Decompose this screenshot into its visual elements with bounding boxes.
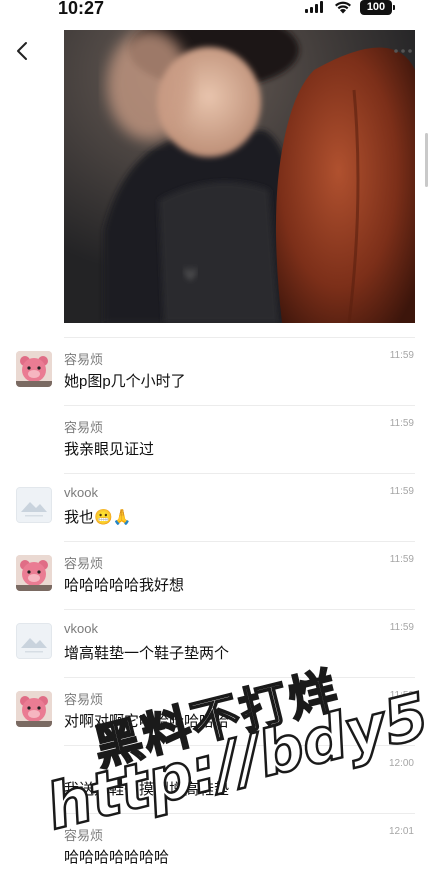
commenter-name[interactable]: 容易烦: [64, 553, 103, 572]
comment-text: 我送她鞋子摸到增高鞋垫: [64, 781, 230, 798]
avatar[interactable]: [16, 555, 52, 591]
divider: [64, 405, 415, 406]
divider: [64, 813, 415, 814]
comment-item[interactable]: 容易烦 12:01 哈哈哈哈哈哈哈: [0, 813, 430, 877]
status-time: 10:27: [58, 0, 105, 18]
comment-item[interactable]: 容易烦 11:59 对啊对啊它哈哈哈哈哈哈: [0, 677, 430, 745]
comment-text: 她p图p几个小时了: [64, 373, 186, 390]
status-bar: 10:27 100: [0, 0, 430, 22]
comment-list: 容易烦 11:59 她p图p几个小时了 容易烦 11:59 我亲眼见证过 vko…: [0, 337, 430, 877]
comment-text: 我也😬🙏: [64, 509, 132, 526]
svg-text:Ψ: Ψ: [184, 265, 197, 284]
commenter-name[interactable]: 容易烦: [64, 417, 103, 436]
comment-item[interactable]: vkook 11:59 增高鞋垫一个鞋子垫两个: [0, 609, 430, 677]
pink-bear-avatar-icon: [16, 351, 52, 387]
divider: [64, 337, 415, 338]
comment-time: 11:59: [389, 690, 414, 701]
comment-item[interactable]: 容易烦 11:59 我亲眼见证过: [0, 405, 430, 473]
avatar[interactable]: [16, 623, 52, 659]
comment-text: 哈哈哈哈哈我好想: [64, 577, 185, 594]
scrollbar[interactable]: [425, 133, 428, 187]
comment-item[interactable]: 12:00 我送她鞋子摸到增高鞋垫: [0, 745, 430, 813]
commenter-name[interactable]: 容易烦: [64, 349, 103, 368]
commenter-name[interactable]: 容易烦: [64, 825, 103, 844]
wifi-icon: [335, 1, 351, 14]
pink-bear-avatar-icon: [16, 691, 52, 727]
back-arrow-icon[interactable]: [12, 40, 34, 62]
comment-item[interactable]: 容易烦 11:59 哈哈哈哈哈我好想: [0, 541, 430, 609]
comment-time: 11:59: [389, 622, 414, 633]
cellular-signal-icon: [305, 1, 323, 13]
avatar[interactable]: [16, 351, 52, 387]
more-options-icon[interactable]: [392, 40, 414, 62]
comment-time: 11:59: [389, 554, 414, 565]
landscape-avatar-icon: [17, 488, 51, 522]
comment-time: 11:59: [389, 350, 414, 361]
comment-text: 我亲眼见证过: [64, 441, 155, 458]
comment-time: 11:59: [389, 486, 414, 497]
comment-time: 11:59: [389, 418, 414, 429]
divider: [64, 745, 415, 746]
post-photo[interactable]: Ψ: [64, 30, 415, 323]
pink-bear-avatar-icon: [16, 555, 52, 591]
comment-time: 12:01: [388, 826, 414, 837]
divider: [64, 473, 415, 474]
comment-item[interactable]: 容易烦 11:59 她p图p几个小时了: [0, 337, 430, 405]
comment-item[interactable]: vkook 11:59 我也😬🙏: [0, 473, 430, 541]
comment-text: 对啊对啊它哈哈哈哈哈哈: [64, 713, 230, 730]
comment-time: 12:00: [388, 758, 414, 769]
divider: [64, 677, 415, 678]
commenter-name[interactable]: vkook: [64, 621, 98, 636]
comment-text: 增高鞋垫一个鞋子垫两个: [64, 645, 230, 662]
divider: [64, 609, 415, 610]
commenter-name[interactable]: vkook: [64, 485, 98, 500]
photo-image: Ψ: [64, 30, 415, 323]
avatar[interactable]: [16, 487, 52, 523]
landscape-avatar-icon: [17, 624, 51, 658]
comment-text: 哈哈哈哈哈哈哈: [64, 849, 170, 866]
divider: [64, 541, 415, 542]
avatar[interactable]: [16, 691, 52, 727]
battery-indicator: 100: [360, 0, 395, 15]
commenter-name[interactable]: 容易烦: [64, 689, 103, 708]
